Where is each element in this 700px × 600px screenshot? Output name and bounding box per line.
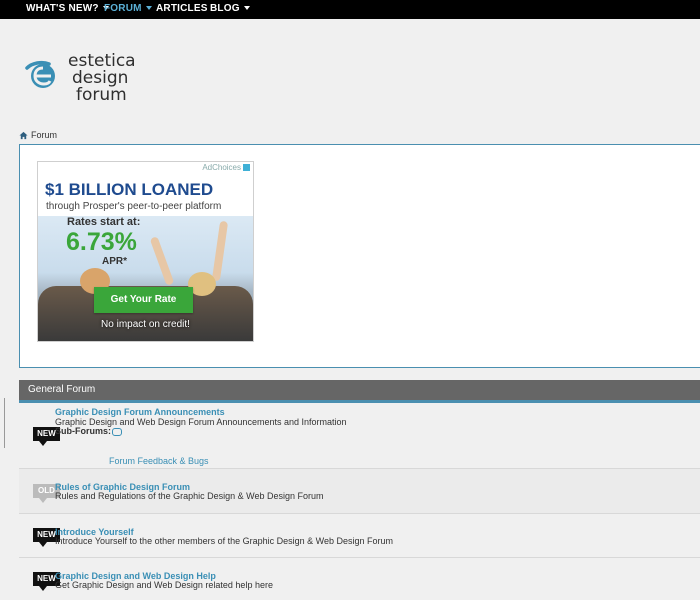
subforums-label: Sub-Forums: <box>55 426 122 436</box>
chevron-down-icon <box>243 6 250 11</box>
home-icon[interactable] <box>19 131 28 140</box>
adchoices-icon <box>243 164 250 172</box>
nav-blog-label: BLOG <box>210 3 240 14</box>
nav-whats-new-label: WHAT'S NEW? <box>26 3 99 14</box>
section-header[interactable]: General Forum <box>19 380 700 400</box>
logo-line-3: forum <box>76 85 127 105</box>
nav-articles-label: ARTICLES <box>156 3 208 14</box>
nav-articles[interactable]: ARTICLES <box>156 0 208 19</box>
forum-description: Introduce Yourself to the other members … <box>55 536 394 546</box>
scroll-edge <box>0 398 5 448</box>
prosper-ad[interactable]: AdChoices $1 BILLION LOANED through Pros… <box>37 161 254 342</box>
forum-row: NEW Introduce Yourself Introduce Yoursel… <box>19 514 700 558</box>
adchoices-label: AdChoices <box>202 163 241 172</box>
ad-rates-label: Rates start at: <box>67 216 141 228</box>
forum-description: Rules and Regulations of the Graphic Des… <box>55 491 324 501</box>
advertisement-container: AdChoices $1 BILLION LOANED through Pros… <box>19 144 700 368</box>
forum-row: OLD Rules of Graphic Design Forum Rules … <box>19 469 700 514</box>
ad-note: No impact on credit! <box>101 319 190 330</box>
ad-arm-shape <box>149 236 175 286</box>
subforum-link[interactable]: Forum Feedback & Bugs <box>109 456 209 466</box>
ad-get-rate-button[interactable]: Get Your Rate <box>94 287 193 313</box>
subforums-label-text: Sub-Forums: <box>55 426 111 436</box>
nav-forum[interactable]: FORUM <box>104 0 152 19</box>
forum-title-link[interactable]: Graphic Design Forum Announcements <box>55 407 225 417</box>
logo-icon[interactable] <box>22 54 62 94</box>
top-navigation: WHAT'S NEW? FORUM ARTICLES BLOG <box>0 0 700 19</box>
nav-forum-label: FORUM <box>104 3 142 14</box>
nav-blog[interactable]: BLOG <box>210 0 250 19</box>
forum-row: NEW Graphic Design Forum Announcements G… <box>19 403 700 469</box>
ad-rate: 6.73% <box>66 228 137 256</box>
site-logo-text[interactable]: estetica design forum <box>68 53 136 104</box>
chevron-down-icon <box>145 6 152 11</box>
ad-headline: $1 BILLION LOANED <box>45 180 214 199</box>
ad-apr: APR* <box>102 256 128 267</box>
breadcrumb: Forum <box>19 129 57 141</box>
forum-description: Get Graphic Design and Web Design relate… <box>55 580 273 590</box>
link-icon <box>112 427 122 436</box>
nav-whats-new[interactable]: WHAT'S NEW? <box>26 0 109 19</box>
forum-row: NEW Graphic Design and Web Design Help G… <box>19 558 700 600</box>
adchoices-link[interactable]: AdChoices <box>200 163 252 172</box>
ad-arm-shape <box>211 220 229 282</box>
breadcrumb-forum-link[interactable]: Forum <box>31 130 57 140</box>
ad-subheadline: through Prosper's peer-to-peer platform <box>46 201 222 212</box>
